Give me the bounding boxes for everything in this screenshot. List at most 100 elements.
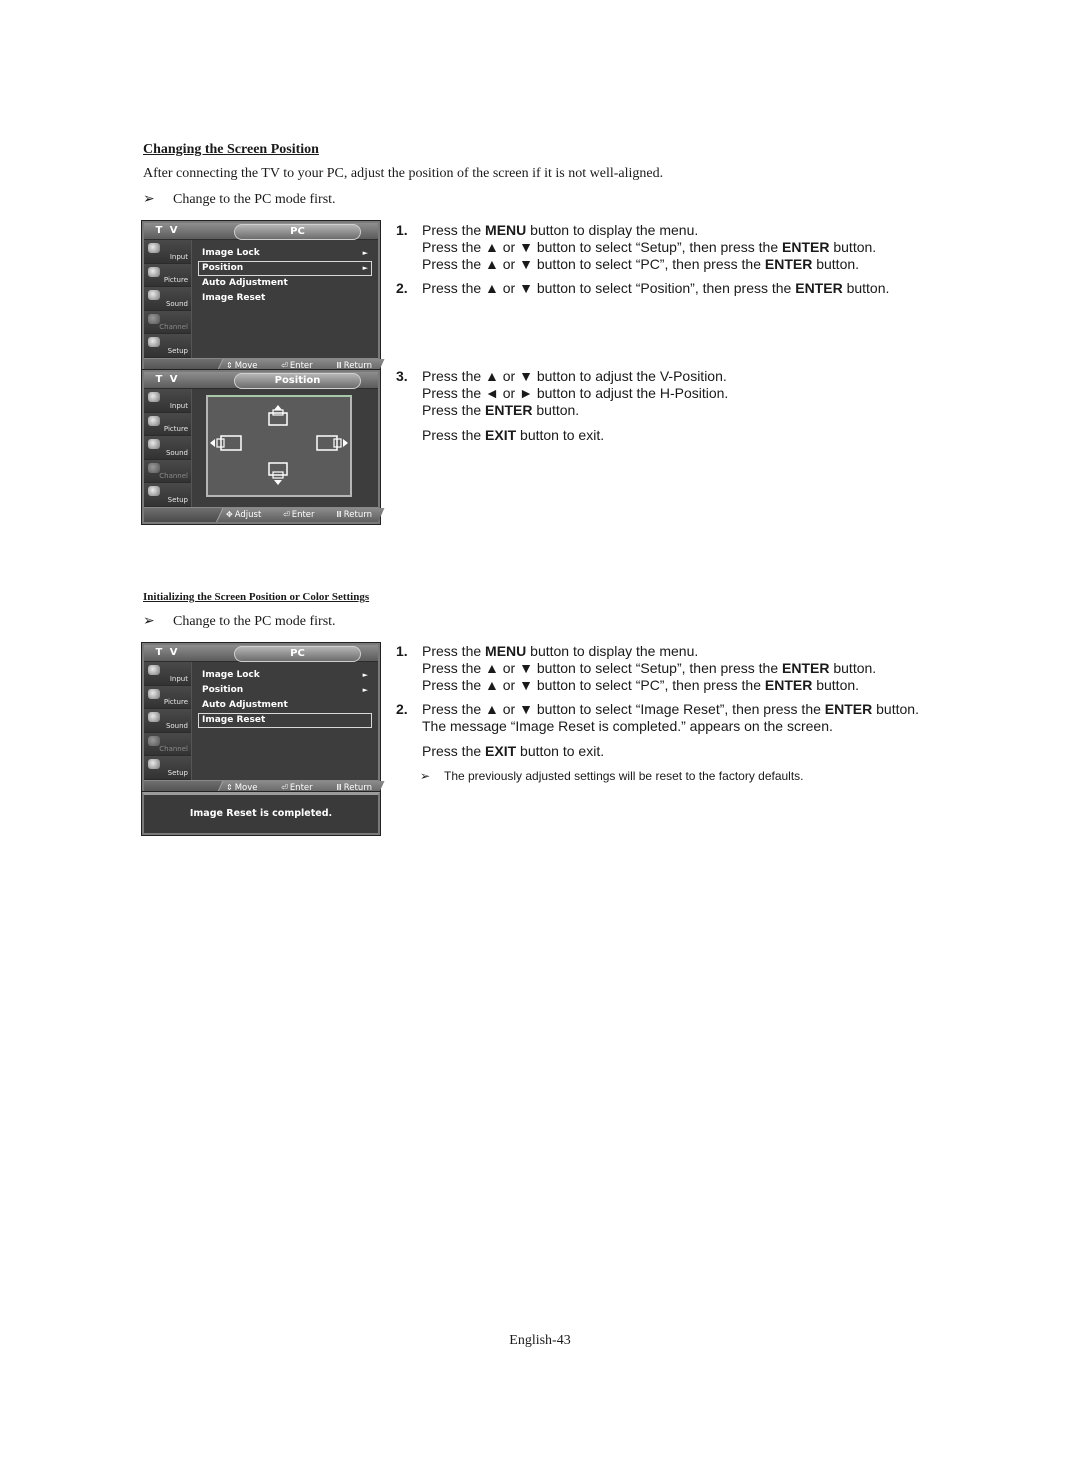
sound-icon (148, 712, 160, 723)
sidebar-label: Channel (159, 472, 188, 481)
footer-adjust: ✥ Adjust (226, 510, 262, 520)
sidebar-item-setup[interactable]: Setup (144, 756, 191, 780)
move-left-icon[interactable] (210, 434, 244, 452)
osd-pc-menu: T V PC Input Picture Sound Channel Setup Image … (142, 221, 385, 375)
sidebar-label: Picture (163, 698, 188, 707)
channel-icon (148, 462, 160, 473)
text-run: Press the (422, 743, 486, 759)
enter-icon: ⏎ (283, 510, 290, 519)
move-updown-icon: ⇕ (226, 361, 233, 370)
sidebar-label: Picture (163, 425, 188, 434)
menu-item-label: Image Lock (202, 248, 260, 258)
text-run: Press the ▲ or ▼ button to select “Setup… (422, 239, 783, 255)
sidebar-label: Setup (167, 768, 188, 777)
osd-title: Position (234, 373, 361, 389)
sidebar-item-picture[interactable]: Picture (144, 412, 191, 437)
adjust-icon: ✥ (226, 510, 233, 519)
pc-mode-note: ➢ Change to the PC mode first. (143, 191, 336, 208)
intro-paragraph: After connecting the TV to your PC, adju… (143, 166, 664, 181)
text-run: Press the (422, 402, 486, 418)
menu-item-image-reset[interactable]: Image Reset (198, 291, 372, 306)
sidebar-item-setup[interactable]: Setup (144, 334, 191, 358)
step-number: 3. (396, 368, 408, 384)
text-run: Press the ◄ or ► button to adjust the H-… (422, 385, 729, 401)
note-text: Change to the PC mode first. (173, 192, 336, 207)
menu-item-image-lock[interactable]: Image Lock ► (198, 246, 372, 261)
sidebar-label: Channel (159, 323, 188, 332)
step-item: 1. Press the MENU button to display the m… (394, 643, 919, 694)
section2-steps: 1. Press the MENU button to display the m… (394, 643, 919, 785)
step-line: Press the ▲ or ▼ button to select “Setup… (422, 660, 919, 677)
submenu-arrow-icon: ► (362, 249, 368, 257)
osd-menu-list: Image Lock ► Position ► Auto Adjustment Image… (192, 240, 378, 358)
text-run: button. (532, 402, 580, 418)
sidebar-item-channel[interactable]: Channel (144, 732, 191, 757)
sidebar-item-input[interactable]: Input (144, 240, 191, 264)
text-run: button. (812, 256, 860, 272)
sidebar-item-sound[interactable]: Sound (144, 436, 191, 460)
menu-item-auto-adjustment[interactable]: Auto Adjustment (198, 276, 372, 291)
sidebar-item-channel[interactable]: Channel (144, 310, 191, 335)
button-name: ENTER (485, 402, 533, 418)
menu-item-position[interactable]: Position ► (198, 261, 372, 276)
step-line: The message “Image Reset is completed.” … (422, 718, 919, 735)
section1-steps-1-2: 1. Press the MENU button to display the m… (394, 222, 889, 304)
sidebar-item-picture[interactable]: Picture (144, 263, 191, 288)
menu-item-position[interactable]: Position ► (198, 683, 372, 698)
move-updown-icon: ⇕ (226, 783, 233, 792)
enter-icon: ⏎ (281, 361, 288, 370)
text-run: Press the ▲ or ▼ button to select “Image… (422, 701, 825, 717)
sidebar-item-setup[interactable]: Setup (144, 483, 191, 507)
footer-return: Ⅲ Return (336, 510, 372, 520)
sidebar-item-sound[interactable]: Sound (144, 709, 191, 733)
sidebar-label: Sound (165, 721, 188, 730)
step-number: 2. (396, 701, 408, 717)
menu-item-label: Image Lock (202, 670, 260, 680)
step-number: 1. (396, 222, 408, 238)
text-run: Press the ▲ or ▼ button to select “Setup… (422, 660, 783, 676)
input-icon (148, 243, 160, 253)
text-run: button. (872, 701, 919, 717)
move-down-icon[interactable] (266, 461, 290, 487)
step-item: 1. Press the MENU button to display the m… (394, 222, 889, 273)
sidebar-item-input[interactable]: Input (144, 662, 191, 686)
setup-icon (148, 486, 160, 497)
setup-icon (148, 759, 160, 770)
sidebar-label: Setup (167, 346, 188, 355)
step-line: Press the ▲ or ▼ button to select “Posit… (422, 280, 889, 297)
text-run: button to exit. (516, 743, 605, 759)
sidebar-item-input[interactable]: Input (144, 389, 191, 413)
step-line: Press the ▲ or ▼ button to select “PC”, … (422, 256, 889, 273)
button-name: ENTER (782, 239, 830, 255)
step-number: 2. (396, 280, 408, 296)
text-run: Press the ▲ or ▼ button to select “PC”, … (422, 677, 765, 693)
menu-item-label: Position (202, 263, 244, 273)
button-name: ENTER (764, 256, 813, 272)
button-name: ENTER (764, 677, 813, 693)
sidebar-label: Setup (167, 495, 188, 504)
menu-item-image-reset[interactable]: Image Reset (198, 713, 372, 728)
text-run: Press the (422, 643, 486, 659)
text-run: Press the ▲ or ▼ button to adjust the V-… (422, 368, 727, 384)
position-frame (206, 395, 352, 497)
sidebar-item-channel[interactable]: Channel (144, 459, 191, 484)
sidebar-item-picture[interactable]: Picture (144, 685, 191, 710)
sound-icon (148, 290, 160, 301)
menu-item-auto-adjustment[interactable]: Auto Adjustment (198, 698, 372, 713)
note-text: Change to the PC mode first. (173, 614, 336, 629)
step-line: Press the MENU button to display the men… (422, 643, 919, 660)
submenu-arrow-icon: ► (362, 686, 368, 694)
enter-icon: ⏎ (281, 783, 288, 792)
sidebar-label: Sound (165, 448, 188, 457)
move-up-icon[interactable] (266, 405, 290, 429)
menu-item-label: Auto Adjustment (202, 278, 288, 288)
osd-header: T V PC (144, 645, 378, 662)
sidebar-item-sound[interactable]: Sound (144, 287, 191, 311)
sidebar-label: Input (169, 252, 188, 261)
section1-steps-3: 3. Press the ▲ or ▼ button to adjust the … (394, 368, 728, 452)
menu-item-image-lock[interactable]: Image Lock ► (198, 668, 372, 683)
text-run: button to display the menu. (526, 643, 699, 659)
osd-sidebar: Input Picture Sound Channel Setup (144, 389, 192, 507)
exit-instruction: Press the EXIT button to exit. (394, 427, 728, 444)
move-right-icon[interactable] (314, 434, 348, 452)
